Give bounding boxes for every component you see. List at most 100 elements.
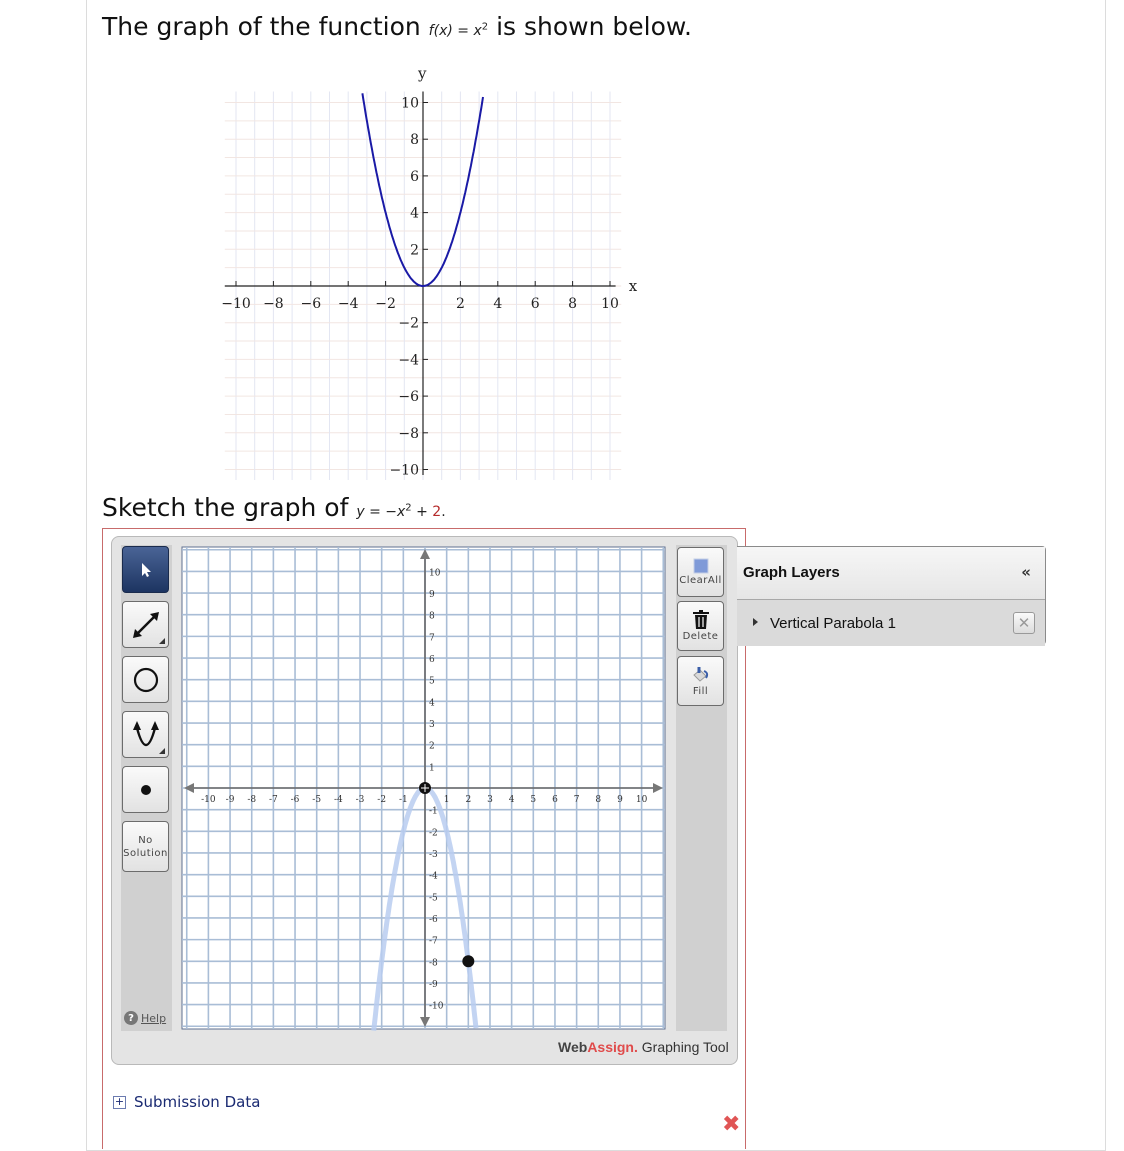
point-tool-button[interactable] xyxy=(122,766,169,813)
x-axis-label: x xyxy=(629,277,638,295)
submission-data-label: Submission Data xyxy=(134,1093,261,1111)
question-sketch: Sketch the graph of y = −x2 + 2. xyxy=(102,493,446,522)
expand-triangle-icon[interactable] xyxy=(753,618,758,626)
x-tick-label: -4 xyxy=(334,795,343,805)
y-tick-label: −6 xyxy=(398,389,419,405)
submission-data-toggle[interactable]: + Submission Data xyxy=(113,1093,260,1111)
y-tick-label: -6 xyxy=(429,915,438,925)
expand-plus-icon: + xyxy=(113,1094,126,1109)
y-tick-label: 1 xyxy=(429,763,435,773)
y-axis-label: y xyxy=(417,64,427,82)
x-tick-label: 10 xyxy=(636,795,648,805)
function-expression: f(x) = x2 xyxy=(428,21,489,39)
x-tick-label: -1 xyxy=(399,795,408,805)
sketch-graph-canvas[interactable]: -10 -9 -8 -7 -6 -5 -4 -3 -2 -1 1 2 3 4 5 6 7 8 9 10 10 9 8 7 6 5 4… xyxy=(180,545,670,1033)
y-tick-label: 4 xyxy=(429,698,435,708)
graph-layers-header: Graph Layers « xyxy=(737,547,1045,600)
paint-bucket-icon xyxy=(692,666,708,682)
y-tick-label: -7 xyxy=(429,937,438,947)
y-tick-label: -9 xyxy=(429,980,438,990)
webassign-brand: WebAssign. Graphing Tool xyxy=(558,1039,729,1055)
x-tick-label: −8 xyxy=(263,296,284,312)
y-tick-label: −4 xyxy=(398,352,419,368)
graph-layers-panel: Graph Layers « Vertical Parabola 1 ✕ xyxy=(737,546,1046,646)
x-tick-label: 10 xyxy=(601,296,619,312)
submenu-indicator xyxy=(159,748,165,754)
x-tick-label: 5 xyxy=(530,795,536,805)
x-tick-label: -5 xyxy=(312,795,321,805)
trash-icon xyxy=(692,609,709,629)
circle-tool-button[interactable] xyxy=(122,656,169,703)
y-tick-label: -4 xyxy=(429,872,438,882)
y-tick-label: 8 xyxy=(429,612,435,622)
point-icon xyxy=(140,784,151,795)
y-tick-label: 2 xyxy=(429,742,435,752)
y-tick-label: 10 xyxy=(429,568,441,578)
x-tick-label: 8 xyxy=(595,795,601,805)
y-tick-label: -8 xyxy=(429,958,438,968)
x-tick-label: -2 xyxy=(377,795,386,805)
help-icon: ? xyxy=(124,1011,138,1025)
y-tick-label: 3 xyxy=(429,720,435,730)
x-tick-label: −4 xyxy=(338,296,359,312)
x-tick-label: -6 xyxy=(291,795,300,805)
y-tick-label: 2 xyxy=(410,242,419,258)
select-tool-button[interactable] xyxy=(122,546,169,593)
x-tick-label: -8 xyxy=(247,795,256,805)
parabola-tool-button[interactable] xyxy=(122,711,169,758)
square-icon xyxy=(693,558,708,573)
target-equation: y = −x2 + 2. xyxy=(356,502,446,520)
y-tick-label: -1 xyxy=(429,807,438,817)
x-tick-label: 3 xyxy=(487,795,493,805)
x-tick-label: 9 xyxy=(617,795,623,805)
delete-button[interactable]: Delete xyxy=(677,601,724,651)
clear-all-button[interactable]: ClearAll xyxy=(677,547,724,597)
fill-button[interactable]: Fill xyxy=(677,656,724,706)
graph-layers-title: Graph Layers xyxy=(743,564,840,581)
y-tick-label: 6 xyxy=(410,169,419,185)
y-tick-label: 6 xyxy=(429,655,435,665)
intro-text: The graph of the function xyxy=(102,12,421,41)
curve-point xyxy=(462,955,475,968)
x-tick-label: −10 xyxy=(221,296,251,312)
y-tick-label: 5 xyxy=(429,677,435,687)
x-tick-label: 1 xyxy=(444,795,450,805)
reference-graph: x y −10 −8 −6 −4 −2 2 4 6 8 10 10 8 6 4 2 −2 −4 −6 −8 −10 xyxy=(221,64,638,480)
y-tick-label: -5 xyxy=(429,893,438,903)
x-tick-label: -9 xyxy=(226,795,235,805)
y-tick-label: −8 xyxy=(398,426,419,442)
x-tick-label: 8 xyxy=(568,296,577,312)
layer-item[interactable]: Vertical Parabola 1 ✕ xyxy=(737,600,1045,646)
layer-delete-icon[interactable]: ✕ xyxy=(1013,612,1035,634)
x-tick-label: -7 xyxy=(269,795,278,805)
incorrect-mark-icon: ✖ xyxy=(722,1112,741,1137)
x-tick-label: 2 xyxy=(456,296,465,312)
x-tick-label: 2 xyxy=(465,795,471,805)
y-tick-label: -10 xyxy=(429,1002,444,1012)
y-tick-label: −2 xyxy=(398,316,419,332)
y-tick-label: 8 xyxy=(410,132,419,148)
question-intro: The graph of the function f(x) = x2 is s… xyxy=(102,12,692,41)
y-tick-label: 9 xyxy=(429,590,435,600)
line-tool-button[interactable] xyxy=(122,601,169,648)
y-tick-label: 4 xyxy=(410,206,419,222)
x-tick-label: -10 xyxy=(201,795,216,805)
x-tick-label: -3 xyxy=(356,795,365,805)
x-tick-label: −2 xyxy=(375,296,396,312)
submenu-indicator xyxy=(159,638,165,644)
y-tick-label: −10 xyxy=(389,463,419,479)
no-solution-button[interactable]: No Solution xyxy=(122,821,169,872)
x-tick-label: 7 xyxy=(574,795,580,805)
x-tick-label: 6 xyxy=(552,795,558,805)
intro-suffix: is shown below. xyxy=(496,12,692,41)
x-tick-label: 6 xyxy=(531,296,540,312)
y-tick-label: -3 xyxy=(429,850,438,860)
collapse-panel-icon[interactable]: « xyxy=(1021,563,1031,581)
help-link[interactable]: ? Help xyxy=(124,1011,166,1025)
y-tick-label: 7 xyxy=(429,633,435,643)
circle-icon xyxy=(133,667,158,692)
layer-name: Vertical Parabola 1 xyxy=(770,615,896,632)
y-tick-label: -2 xyxy=(429,828,438,838)
sketch-text: Sketch the graph of xyxy=(102,493,349,522)
y-tick-label: 10 xyxy=(401,96,419,112)
